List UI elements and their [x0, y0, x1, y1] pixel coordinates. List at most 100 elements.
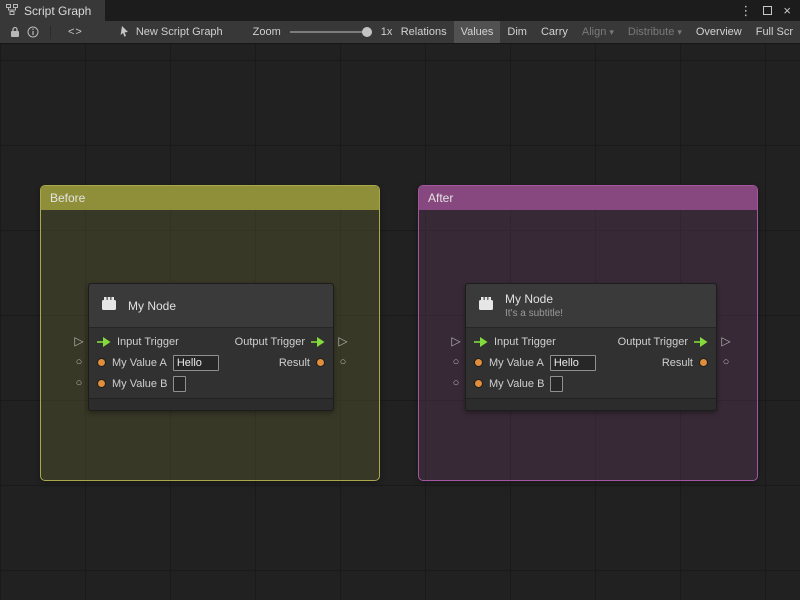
node-title: My Node — [128, 298, 177, 313]
chevron-down-icon: ▾ — [609, 26, 614, 37]
value-a-row: My Value A Result — [466, 352, 716, 373]
circle-outline-port-icon[interactable]: ○ — [449, 356, 463, 370]
triangle-outline-port-icon[interactable]: ▷ — [719, 335, 733, 349]
port-label-output-trigger: Output Trigger — [617, 335, 688, 348]
align-label: Align — [581, 26, 607, 38]
values-button[interactable]: Values — [453, 21, 501, 43]
circle-outline-port-icon[interactable]: ○ — [72, 377, 86, 391]
zoom-slider-track — [289, 31, 372, 33]
graph-toolbar: <> New Script Graph Zoom 1x Relations Va… — [0, 21, 800, 44]
close-icon[interactable]: × — [783, 3, 791, 18]
circle-outline-port-icon[interactable]: ○ — [719, 356, 733, 370]
value-b-field[interactable] — [173, 375, 187, 392]
value-dot-icon — [97, 358, 106, 367]
dim-button[interactable]: Dim — [500, 21, 534, 43]
node-header[interactable]: My Node It's a subtitle! — [466, 284, 716, 328]
info-icon[interactable] — [24, 21, 42, 43]
unit-brick-icon — [476, 294, 496, 318]
node-port-rows: Input Trigger Output Trigger My Value A — [89, 328, 333, 397]
flow-arrow-icon — [474, 336, 488, 347]
port-label-result: Result — [278, 356, 310, 369]
flow-arrow-icon — [97, 336, 111, 347]
value-a-port[interactable]: My Value A — [97, 354, 219, 371]
value-b-port[interactable]: My Value B — [97, 375, 187, 392]
relations-button[interactable]: Relations — [394, 21, 454, 43]
value-b-row: My Value B — [466, 373, 716, 394]
group-after-header[interactable]: After — [419, 186, 757, 210]
overview-button[interactable]: Overview — [689, 21, 749, 43]
graph-canvas[interactable]: Before After My Node Input Trigger Outpu… — [0, 44, 800, 600]
tab-title: Script Graph — [24, 3, 92, 18]
zoom-slider-knob[interactable] — [361, 27, 372, 37]
lock-icon[interactable] — [6, 21, 24, 43]
node-port-rows: Input Trigger Output Trigger My Value A — [466, 328, 716, 397]
result-port[interactable]: Result — [662, 357, 708, 369]
zoom-label: Zoom — [252, 26, 281, 38]
port-label-value-a: My Value A — [112, 356, 167, 369]
value-a-row: My Value A Result — [89, 352, 333, 373]
port-label-input-trigger: Input Trigger — [117, 335, 179, 348]
output-trigger-port[interactable]: Output Trigger — [235, 336, 325, 348]
node-header[interactable]: My Node — [89, 284, 333, 328]
value-a-field[interactable] — [172, 354, 219, 371]
port-label-value-a: My Value A — [489, 356, 544, 369]
maximize-icon[interactable] — [763, 6, 773, 15]
toolbar-buttons: Relations Values Dim Carry Align ▾ Distr… — [394, 21, 800, 43]
group-before-label: Before — [50, 191, 86, 205]
graph-name-area[interactable]: New Script Graph — [118, 25, 223, 40]
circle-outline-port-icon[interactable]: ○ — [336, 356, 350, 370]
input-trigger-port[interactable]: Input Trigger — [474, 336, 556, 348]
flow-arrow-icon — [311, 336, 325, 347]
flow-arrow-icon — [694, 336, 708, 347]
value-a-port[interactable]: My Value A — [474, 354, 596, 371]
selection-pointer-icon — [118, 25, 130, 40]
result-port[interactable]: Result — [279, 357, 325, 369]
zoom-slider[interactable] — [289, 26, 372, 38]
group-after-label: After — [428, 191, 454, 205]
value-b-port[interactable]: My Value B — [474, 375, 564, 392]
align-dropdown-button[interactable]: Align ▾ — [575, 21, 621, 43]
group-before-header[interactable]: Before — [41, 186, 379, 210]
triangle-outline-port-icon[interactable]: ▷ — [449, 335, 463, 349]
triangle-outline-port-icon[interactable]: ▷ — [72, 335, 86, 349]
kebab-menu-icon[interactable]: ⋮ — [739, 3, 752, 19]
trigger-row: Input Trigger Output Trigger — [89, 331, 333, 352]
value-dot-icon — [474, 358, 483, 367]
edit-source-button[interactable]: <> — [63, 26, 88, 38]
window-controls: ⋮ × — [739, 0, 800, 21]
distribute-dropdown-button[interactable]: Distribute ▾ — [621, 21, 689, 43]
node-footer — [466, 398, 716, 410]
node-footer — [89, 398, 333, 410]
script-graph-icon — [6, 3, 18, 18]
chevron-down-icon: ▾ — [677, 26, 682, 37]
node-my-node-before[interactable]: My Node Input Trigger Output Trigger My … — [74, 283, 348, 411]
value-dot-icon — [474, 379, 483, 388]
port-label-value-b: My Value B — [112, 377, 168, 390]
value-dot-icon — [699, 358, 708, 367]
input-trigger-port[interactable]: Input Trigger — [97, 336, 179, 348]
carry-button[interactable]: Carry — [534, 21, 575, 43]
value-a-field[interactable] — [549, 354, 596, 371]
output-trigger-port[interactable]: Output Trigger — [618, 336, 708, 348]
toolbar-separator — [50, 25, 51, 39]
script-graph-window: Script Graph ⋮ × <> New Script Graph Zoo… — [0, 0, 800, 600]
port-label-result: Result — [661, 356, 693, 369]
circle-outline-port-icon[interactable]: ○ — [72, 356, 86, 370]
circle-outline-port-icon[interactable]: ○ — [449, 377, 463, 391]
port-label-output-trigger: Output Trigger — [234, 335, 305, 348]
tab-script-graph[interactable]: Script Graph — [0, 0, 106, 21]
value-b-field[interactable] — [550, 375, 564, 392]
triangle-outline-port-icon[interactable]: ▷ — [336, 335, 350, 349]
unit-brick-icon — [99, 294, 119, 318]
tab-bar: Script Graph ⋮ × — [0, 0, 800, 21]
value-dot-icon — [316, 358, 325, 367]
port-label-value-b: My Value B — [489, 377, 545, 390]
graph-name-label: New Script Graph — [135, 26, 223, 38]
fullscreen-button[interactable]: Full Scr — [749, 21, 800, 43]
node-my-node-after[interactable]: My Node It's a subtitle! Input Trigger O… — [451, 283, 731, 411]
port-label-input-trigger: Input Trigger — [494, 335, 556, 348]
zoom-value: 1x — [380, 26, 393, 38]
zoom-control: Zoom 1x — [253, 26, 393, 38]
distribute-label: Distribute — [627, 26, 675, 38]
node-title: My Node — [505, 292, 554, 306]
